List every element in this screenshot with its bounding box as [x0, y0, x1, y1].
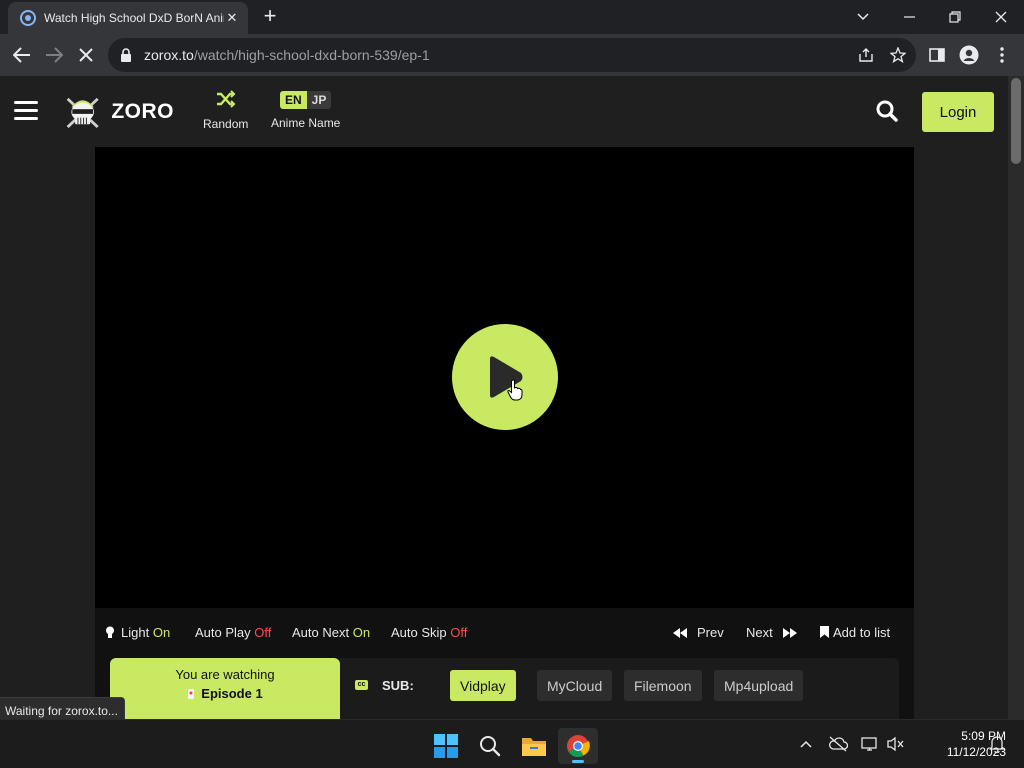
- rewind-icon: [673, 628, 687, 638]
- mouse-pointer-hand-icon: [507, 379, 523, 401]
- profile-avatar-icon[interactable]: [953, 39, 985, 71]
- episode-server-panel: You are watching Episode 1 cc SUB: Vidpl…: [95, 656, 914, 719]
- lang-en[interactable]: EN: [280, 91, 307, 109]
- now-watching-box: You are watching Episode 1: [110, 658, 340, 719]
- forward-icon[interactable]: [38, 39, 70, 71]
- tab-title: Watch High School DxD BorN Anime: [44, 11, 224, 25]
- taskbar-search-icon: [480, 736, 501, 757]
- video-player[interactable]: [95, 147, 914, 608]
- address-bar[interactable]: zorox.to/watch/high-school-dxd-born-539/…: [108, 38, 916, 72]
- folder-icon: [522, 738, 546, 756]
- side-panel-icon[interactable]: [921, 39, 953, 71]
- chrome-taskbar-button[interactable]: [558, 728, 598, 764]
- url-path: /watch/high-school-dxd-born-539/ep-1: [193, 47, 430, 63]
- watching-label: You are watching: [175, 667, 275, 682]
- auto-next-state: On: [352, 625, 371, 640]
- onedrive-offline-icon[interactable]: [827, 733, 849, 755]
- auto-skip-toggle[interactable]: Auto Skip Off: [391, 625, 467, 640]
- share-icon[interactable]: [858, 47, 874, 63]
- chrome-menu-icon[interactable]: [986, 39, 1018, 71]
- server-mycloud[interactable]: MyCloud: [537, 670, 613, 701]
- anime-name-label: Anime Name: [271, 116, 341, 130]
- volume-muted-icon[interactable]: [885, 733, 907, 755]
- lock-icon[interactable]: [120, 48, 132, 62]
- play-button[interactable]: [452, 324, 558, 430]
- server-filemoon[interactable]: Filemoon: [624, 670, 702, 701]
- auto-play-state: Off: [254, 625, 272, 640]
- restore-icon[interactable]: [932, 0, 978, 34]
- new-tab-button[interactable]: +: [258, 5, 282, 29]
- prev-label: Prev: [697, 625, 724, 640]
- anime-name-language-toggle[interactable]: EN JP Anime Name: [271, 91, 340, 130]
- show-hidden-icons-chevron-icon[interactable]: [795, 733, 817, 755]
- notifications-bell-icon[interactable]: [986, 733, 1008, 755]
- zoro-skull-logo-icon: [66, 97, 99, 129]
- random-button[interactable]: Random: [203, 90, 248, 131]
- auto-next-toggle[interactable]: Auto Next On: [292, 625, 370, 640]
- add-to-list-label: Add to list: [833, 625, 891, 640]
- current-episode: Episode 1: [201, 686, 263, 701]
- browser-toolbar: zorox.to/watch/high-school-dxd-born-539/…: [0, 34, 1024, 76]
- chrome-icon: [567, 735, 590, 757]
- bookmark-icon: [820, 626, 829, 638]
- episode-marker-icon: [188, 689, 195, 699]
- logo-wordmark: ZORO: [111, 100, 174, 123]
- next-label: Next: [746, 625, 773, 640]
- hamburger-menu-icon[interactable]: [14, 101, 38, 121]
- light-state: On: [152, 625, 171, 640]
- server-vidplay[interactable]: Vidplay: [450, 670, 516, 701]
- windows-logo-icon: [434, 734, 458, 758]
- fast-forward-icon: [782, 628, 797, 638]
- auto-skip-label: Auto Skip: [391, 625, 447, 640]
- site-favicon-icon: [20, 10, 36, 26]
- minimize-icon[interactable]: [886, 0, 932, 34]
- login-button[interactable]: Login: [922, 92, 994, 132]
- auto-play-label: Auto Play: [195, 625, 251, 640]
- next-episode-button[interactable]: Next: [746, 625, 797, 640]
- closed-captions-icon: cc: [355, 680, 368, 690]
- network-icon[interactable]: [859, 733, 881, 755]
- loading-status-bubble: Waiting for zorox.to...: [0, 697, 125, 719]
- url-text[interactable]: zorox.to/watch/high-school-dxd-born-539/…: [144, 47, 430, 63]
- bookmark-star-icon[interactable]: [890, 47, 906, 63]
- web-page: ZORO Random EN JP Anime Name Login Light …: [0, 76, 1008, 719]
- auto-next-label: Auto Next: [292, 625, 350, 640]
- language-switch[interactable]: EN JP: [280, 91, 332, 109]
- close-window-icon[interactable]: [978, 0, 1024, 34]
- browser-tab[interactable]: Watch High School DxD BorN Anime ✕: [8, 2, 248, 34]
- random-label: Random: [203, 117, 249, 131]
- auto-play-toggle[interactable]: Auto Play Off: [195, 625, 271, 640]
- lightbulb-icon: [106, 626, 114, 638]
- stop-loading-icon[interactable]: [70, 39, 102, 71]
- file-explorer-button[interactable]: [514, 728, 554, 764]
- tab-search-icon[interactable]: [840, 0, 886, 34]
- server-selector: cc SUB: Vidplay MyCloud Filemoon Mp4uplo…: [340, 658, 899, 719]
- shuffle-icon: [216, 90, 236, 108]
- site-logo[interactable]: ZORO: [62, 90, 174, 134]
- browser-title-bar: Watch High School DxD BorN Anime ✕ +: [0, 0, 1024, 34]
- page-scrollbar[interactable]: [1008, 76, 1024, 719]
- light-toggle[interactable]: Light On: [105, 625, 170, 640]
- tab-close-icon[interactable]: ✕: [224, 10, 240, 26]
- search-icon[interactable]: [874, 98, 900, 124]
- prev-episode-button[interactable]: Prev: [673, 625, 724, 640]
- add-to-list-button[interactable]: Add to list: [820, 625, 890, 640]
- server-mp4upload[interactable]: Mp4upload: [714, 670, 804, 701]
- start-button[interactable]: [426, 728, 466, 764]
- sub-label: SUB:: [382, 678, 414, 693]
- lang-jp[interactable]: JP: [306, 91, 332, 109]
- scrollbar-thumb[interactable]: [1011, 78, 1021, 164]
- windows-taskbar: 5:09 PM 11/12/2023: [0, 719, 1024, 768]
- url-host: zorox.to: [144, 47, 194, 63]
- light-label: Light: [121, 625, 150, 640]
- taskbar-search-button[interactable]: [470, 728, 510, 764]
- player-controls-bar: Light On Auto Play Off Auto Next On Auto…: [95, 608, 914, 656]
- back-icon[interactable]: [6, 39, 38, 71]
- auto-skip-state: Off: [450, 625, 468, 640]
